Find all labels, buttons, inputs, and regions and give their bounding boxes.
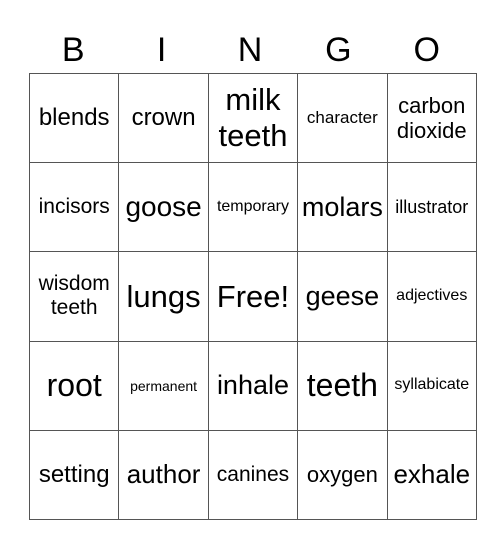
header-letter-i: I [156,31,167,69]
header-letter-b: B [61,31,85,69]
bingo-cell[interactable]: permanent [118,340,209,431]
bingo-cell[interactable]: carbon dioxide [386,72,477,164]
bingo-cell[interactable]: wisdom teeth [28,251,120,342]
bingo-cell[interactable]: goose [118,162,209,253]
bingo-cell[interactable]: exhale [386,429,477,520]
bingo-cell[interactable]: lungs [118,251,209,342]
bingo-grid: blends crown milk teeth character carbon… [28,72,477,520]
bingo-cell[interactable]: incisors [28,162,120,253]
bingo-cell[interactable]: temporary [207,162,299,253]
bingo-cell[interactable]: author [118,429,209,520]
bingo-cell[interactable]: setting [28,429,120,520]
bingo-cell[interactable]: adjectives [386,251,477,342]
header-letter-n: N [237,31,263,69]
header-letter-g: G [325,31,352,69]
bingo-header: B I N G O [29,28,471,72]
bingo-cell[interactable]: syllabicate [386,340,477,431]
bingo-cell[interactable]: character [297,72,388,164]
bingo-cell[interactable]: geese [297,251,388,342]
bingo-row: setting author canines oxygen exhale [28,429,477,520]
bingo-cell[interactable]: molars [297,162,388,253]
bingo-cell[interactable]: illustrator [386,162,477,253]
bingo-cell[interactable]: milk teeth [207,72,299,164]
bingo-cell[interactable]: oxygen [297,429,388,520]
header-letter-o: O [413,31,440,69]
bingo-cell[interactable]: teeth [297,340,388,431]
bingo-cell[interactable]: blends [28,72,120,164]
bingo-row: incisors goose temporary molars illustra… [28,162,477,253]
bingo-cell[interactable]: inhale [207,340,299,431]
bingo-cell[interactable]: canines [207,429,299,520]
bingo-cell[interactable]: crown [118,72,209,164]
bingo-row: root permanent inhale teeth syllabicate [28,340,477,431]
bingo-cell[interactable]: root [28,340,120,431]
free-space-cell[interactable]: Free! [207,251,299,342]
bingo-row: blends crown milk teeth character carbon… [28,72,477,164]
bingo-row: wisdom teeth lungs Free! geese adjective… [28,251,477,342]
